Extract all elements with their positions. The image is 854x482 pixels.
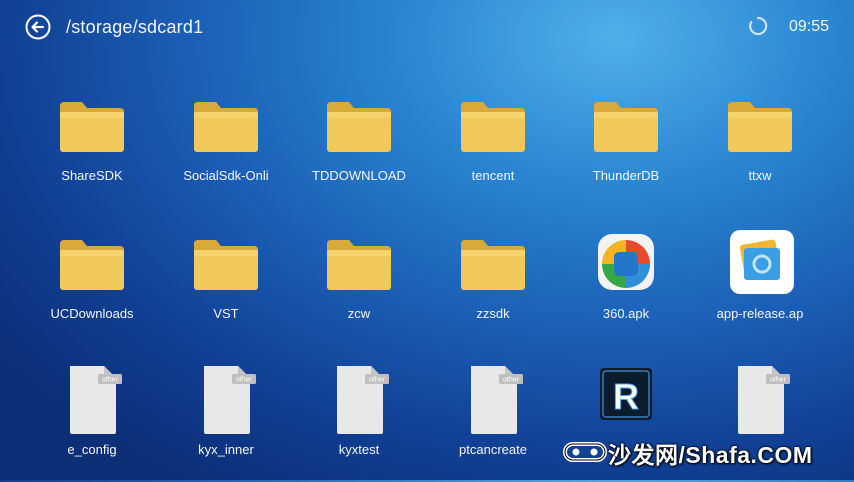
file-icon: other bbox=[471, 366, 523, 434]
folder-item[interactable]: TDDOWNLOAD bbox=[297, 88, 421, 208]
folder-item[interactable]: ShareSDK bbox=[30, 88, 154, 208]
file-name-label: e_config bbox=[67, 442, 117, 457]
folder-item[interactable]: ThunderDB bbox=[564, 88, 688, 208]
svg-text:other: other bbox=[503, 377, 520, 384]
file-icon: other bbox=[70, 366, 122, 434]
file-item[interactable]: other kyx_inner bbox=[164, 362, 288, 482]
360-app-icon bbox=[598, 234, 654, 290]
file-name-label: zcw bbox=[347, 306, 371, 321]
app-icon bbox=[730, 230, 794, 294]
file-item[interactable]: other e_config bbox=[30, 362, 154, 482]
folder-item[interactable]: UCDownloads bbox=[30, 226, 154, 346]
file-name-label: zzsdk bbox=[476, 306, 510, 321]
file-name-label: TDDOWNLOAD bbox=[312, 168, 406, 183]
r-app-icon: R bbox=[600, 368, 652, 420]
file-name-label: ptcancreate bbox=[459, 442, 527, 457]
folder-icon bbox=[594, 102, 658, 152]
folder-icon bbox=[194, 102, 258, 152]
file-item[interactable]: 360.apk bbox=[564, 226, 688, 346]
folder-item[interactable]: tencent bbox=[431, 88, 555, 208]
folder-item[interactable]: ttxw bbox=[698, 88, 822, 208]
folder-icon bbox=[60, 240, 124, 290]
folder-icon bbox=[461, 102, 525, 152]
folder-icon bbox=[327, 240, 391, 290]
file-name-label: ThunderDB bbox=[592, 168, 660, 183]
file-item[interactable]: app-release.ap bbox=[698, 226, 822, 346]
watermark: 沙发网/Shafa.COM bbox=[560, 430, 850, 470]
file-name-label: SocialSdk-Onli bbox=[183, 168, 269, 183]
svg-text:other: other bbox=[770, 377, 787, 384]
svg-text:other: other bbox=[236, 377, 253, 384]
file-item[interactable]: other kyxtest bbox=[297, 362, 421, 482]
file-icon: other bbox=[204, 366, 256, 434]
svg-text:other: other bbox=[102, 377, 119, 384]
sofa-logo-icon bbox=[563, 442, 607, 462]
file-name-label: UCDownloads bbox=[50, 306, 134, 321]
folder-icon bbox=[60, 102, 124, 152]
folder-icon bbox=[461, 240, 525, 290]
file-name-label: ShareSDK bbox=[61, 168, 123, 183]
file-name-label: VST bbox=[213, 306, 239, 321]
file-name-label: ttxw bbox=[748, 168, 772, 183]
file-name-label: kyxtest bbox=[338, 442, 380, 457]
svg-text:other: other bbox=[369, 377, 386, 384]
folder-icon bbox=[327, 102, 391, 152]
file-icon: other bbox=[738, 366, 790, 434]
file-name-label: app-release.ap bbox=[716, 306, 804, 321]
folder-icon bbox=[194, 240, 258, 290]
folder-item[interactable]: SocialSdk-Onli bbox=[164, 88, 288, 208]
svg-text:R: R bbox=[613, 376, 639, 417]
file-name-label: tencent bbox=[471, 168, 515, 183]
folder-item[interactable]: VST bbox=[164, 226, 288, 346]
file-name-label: 360.apk bbox=[602, 306, 650, 321]
file-item[interactable]: other ptcancreate bbox=[431, 362, 555, 482]
file-grid: ShareSDK SocialSdk-Onli TDDOWNLOAD tencent T… bbox=[0, 0, 854, 480]
file-icon: other bbox=[337, 366, 389, 434]
folder-item[interactable]: zcw bbox=[297, 226, 421, 346]
watermark-text: 沙发网/Shafa.COM bbox=[608, 442, 813, 468]
folder-icon bbox=[728, 102, 792, 152]
folder-item[interactable]: zzsdk bbox=[431, 226, 555, 346]
file-name-label: kyx_inner bbox=[198, 442, 254, 457]
